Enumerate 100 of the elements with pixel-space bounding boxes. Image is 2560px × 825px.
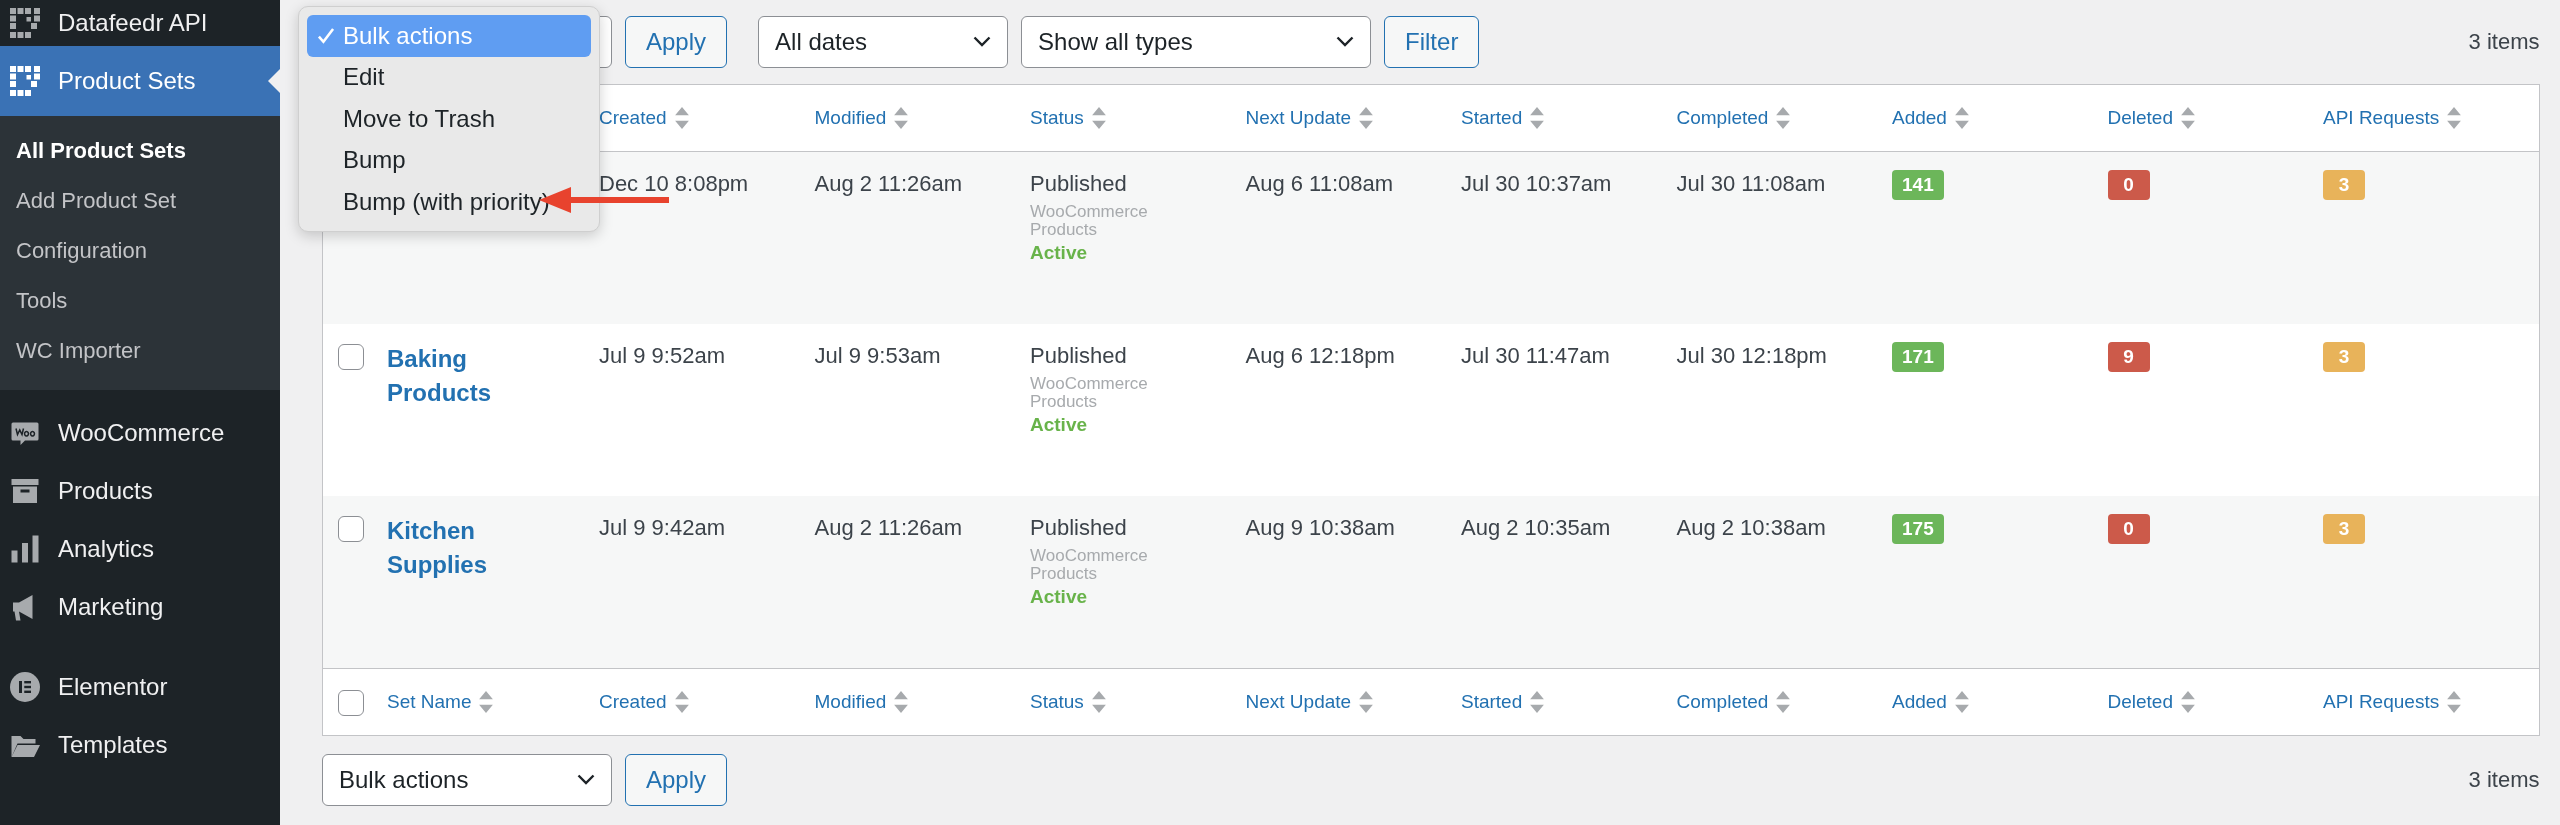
sort-arrows-icon [1530,107,1545,129]
sort-arrows-icon [1091,691,1106,713]
table-cell-text: Aug 6 11:08am [1245,170,1394,198]
chevron-down-icon [577,774,595,786]
product-set-link[interactable]: Baking Products [387,342,507,410]
count-badge: 0 [2107,170,2150,200]
sort-arrows-icon [1359,691,1374,713]
select-all-checkbox[interactable] [338,690,364,716]
sidebar-menu-item[interactable]: Datafeedr API [0,0,280,46]
archive-box-icon [10,476,40,506]
column-header[interactable]: Completed [1676,107,1769,129]
sort-arrows-icon [2447,691,2462,713]
column-header[interactable]: Deleted [2107,691,2173,713]
count-badge: 3 [2323,514,2365,544]
submenu-item[interactable]: Add Product Set [0,176,280,226]
status-text: Published [1030,342,1127,370]
table-cell-text: Jul 30 11:47am [1461,342,1610,370]
column-header[interactable]: Set Name [387,691,472,713]
column-header[interactable]: Next Update [1245,107,1352,129]
table-cell-text: Jul 9 9:42am [599,514,725,542]
column-header[interactable]: Added [1892,107,1947,129]
column-header[interactable]: Deleted [2107,107,2173,129]
chevron-down-icon [973,36,992,48]
apply-button[interactable]: Apply [625,754,728,806]
count-badge: 141 [1892,170,1944,200]
sidebar-menu-item[interactable]: WooCommerce [0,404,280,462]
sort-arrows-icon [894,107,909,129]
type-filter-select[interactable]: Show all types [1021,16,1372,68]
table-cell-text: Aug 9 10:38am [1245,514,1395,542]
sort-arrows-icon [1359,107,1374,129]
chevron-down-icon [1336,36,1355,48]
count-badge: 175 [1892,514,1944,544]
sidebar-menu-item[interactable]: Elementor [0,658,280,716]
sidebar-menu-item[interactable]: Templates [0,716,280,774]
table-cell-text: Dec 10 8:08pm [599,170,749,198]
column-header[interactable]: Started [1461,691,1523,713]
column-header[interactable]: API Requests [2323,691,2440,713]
submenu-item[interactable]: Tools [0,276,280,326]
set-type-text: WooCommerce Products [1030,202,1149,240]
sidebar-menu-item[interactable]: Products [0,462,280,520]
filter-button[interactable]: Filter [1384,16,1480,68]
pixel-grid-icon [10,66,40,96]
sort-arrows-icon [674,691,689,713]
bar-chart-icon [10,534,40,564]
submenu-item[interactable]: WC Importer [0,326,280,376]
table-cell-text: Jul 30 10:37am [1461,170,1612,198]
date-filter-select[interactable]: All dates [758,16,1009,68]
table-cell-text: Jul 30 11:08am [1676,170,1826,198]
row-checkbox[interactable] [338,516,364,542]
table-cell-text: Aug 2 10:35am [1461,514,1611,542]
sidebar-menu-item[interactable]: Marketing [0,578,280,636]
menu-option[interactable]: Bulk actions [307,15,591,57]
sort-arrows-icon [1776,107,1791,129]
sort-arrows-icon [1776,691,1791,713]
count-badge: 0 [2107,514,2150,544]
product-set-link[interactable]: Kitchen Supplies [387,514,507,582]
table-cell-text: Aug 2 11:26am [814,514,963,542]
active-label: Active [1030,241,1088,264]
submenu-item[interactable]: Configuration [0,226,280,276]
circle-e-icon [10,672,40,702]
sort-arrows-icon [2181,691,2195,713]
menu-option[interactable]: Bump (with priority) [307,181,591,223]
column-header[interactable]: API Requests [2323,107,2440,129]
sort-arrows-icon [479,691,494,713]
item-count: 3 items [2468,29,2540,55]
sort-arrows-icon [1530,691,1545,713]
column-header[interactable]: Modified [814,691,887,713]
menu-option[interactable]: Bump [307,139,591,181]
column-header[interactable]: Added [1892,691,1947,713]
row-checkbox[interactable] [338,344,364,370]
column-header[interactable]: Status [1030,691,1084,713]
column-header[interactable]: Modified [814,107,887,129]
column-header[interactable]: Completed [1676,691,1769,713]
column-header[interactable]: Next Update [1245,691,1352,713]
menu-option[interactable]: Edit [307,56,591,98]
sort-arrows-icon [1091,107,1106,129]
sort-arrows-icon [2447,107,2462,129]
table-cell-text: Aug 6 12:18pm [1245,342,1395,370]
apply-button[interactable]: Apply [625,16,728,68]
count-badge: 3 [2323,170,2365,200]
sort-arrows-icon [894,691,909,713]
menu-option[interactable]: Move to Trash [307,98,591,140]
set-type-text: WooCommerce Products [1030,374,1149,412]
submenu-item[interactable]: All Product Sets [0,126,280,176]
column-header[interactable]: Created [599,107,667,129]
table-cell-text: Jul 9 9:53am [814,342,941,370]
pixel-grid-icon [10,8,40,38]
column-header[interactable]: Status [1030,107,1084,129]
column-header[interactable]: Created [599,691,667,713]
sort-arrows-icon [1954,107,1969,129]
check-icon [317,26,335,45]
sidebar-menu-item[interactable]: Product Sets [0,46,280,116]
active-label: Active [1030,585,1088,608]
table-cell-text: Aug 2 10:38am [1676,514,1826,542]
column-header[interactable]: Started [1461,107,1523,129]
bulk-actions-select[interactable]: Bulk actions [322,754,612,806]
set-type-text: WooCommerce Products [1030,546,1149,584]
sidebar-menu-item[interactable]: Analytics [0,520,280,578]
sort-arrows-icon [674,107,689,129]
sort-arrows-icon [2181,107,2195,129]
